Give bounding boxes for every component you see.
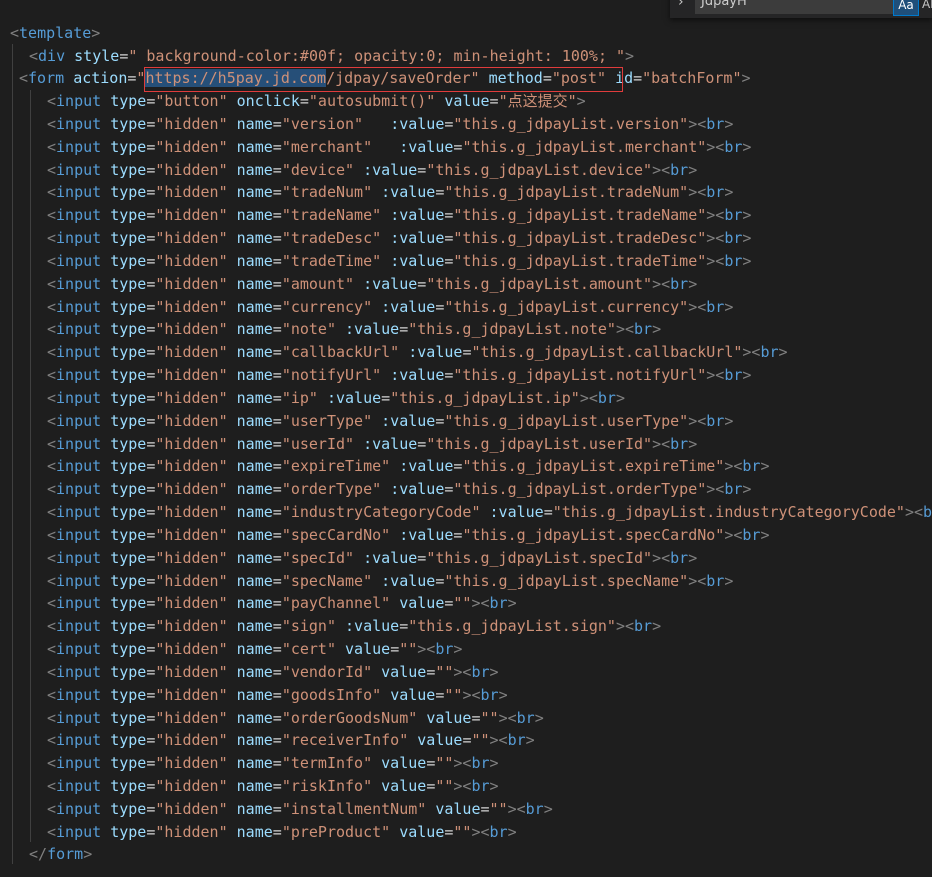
match-case-button[interactable]: Aa xyxy=(893,0,919,16)
code-line-hidden-input: <input type="hidden" name="tradeTime" :v… xyxy=(47,252,752,270)
code-line-hidden-input: <input type="hidden" name="userType" :va… xyxy=(47,412,734,430)
indent-guide xyxy=(12,44,13,864)
code-line-hidden-input: <input type="hidden" name="tradeDesc" :v… xyxy=(47,229,752,247)
code-line-hidden-input: <input type="hidden" name="merchant" :va… xyxy=(47,138,752,156)
code-line-hidden-input: <input type="hidden" name="userId" :valu… xyxy=(47,435,698,453)
code-line-hidden-input: <input type="hidden" name="specName" :va… xyxy=(47,572,734,590)
code-line-hidden-input: <input type="hidden" name="industryCateg… xyxy=(47,503,932,521)
code-editor[interactable]: <template> <div style=" background-color… xyxy=(0,0,932,877)
code-line-hidden-input: <input type="hidden" name="tradeName" :v… xyxy=(47,206,752,224)
find-input[interactable]: JdpayH xyxy=(695,0,895,14)
code-line-hidden-input: <input type="hidden" name="specCardNo" :… xyxy=(47,526,770,544)
code-line-hidden-input: <input type="hidden" name="goodsInfo" va… xyxy=(47,686,508,704)
match-whole-word-button[interactable]: Ab xyxy=(922,0,932,16)
code-line-hidden-input: <input type="hidden" name="installmentNu… xyxy=(47,800,553,818)
code-line-hidden-input: <input type="hidden" name="currency" :va… xyxy=(47,298,734,316)
code-line-hidden-input: <input type="hidden" name="notifyUrl" :v… xyxy=(47,366,752,384)
code-line-hidden-input: <input type="hidden" name="orderType" :v… xyxy=(47,480,752,498)
code-line-form-close: </form> xyxy=(29,845,93,863)
code-line-hidden-input: <input type="hidden" name="termInfo" val… xyxy=(47,754,499,772)
code-line-template-open: <template> xyxy=(10,24,101,42)
indent-guide xyxy=(30,90,31,842)
code-line-hidden-input: <input type="hidden" name="specId" :valu… xyxy=(47,549,698,567)
code-line-hidden-input: <input type="hidden" name="preProduct" v… xyxy=(47,823,517,841)
code-line-hidden-input: <input type="hidden" name="vendorId" val… xyxy=(47,663,499,681)
code-line-hidden-input: <input type="hidden" name="tradeNum" :va… xyxy=(47,183,734,201)
code-line-div: <div style=" background-color:#00f; opac… xyxy=(29,47,635,65)
chevron-right-icon[interactable]: › xyxy=(678,0,684,10)
code-line-hidden-input: <input type="hidden" name="device" :valu… xyxy=(47,161,698,179)
code-line-hidden-input: <input type="hidden" name="sign" :value=… xyxy=(47,617,662,635)
code-line-hidden-input: <input type="hidden" name="payChannel" v… xyxy=(47,594,517,612)
code-line-hidden-input: <input type="hidden" name="cert" value="… xyxy=(47,640,463,658)
code-line-hidden-input: <input type="hidden" name="orderGoodsNum… xyxy=(47,709,544,727)
code-line-button-input: <input type="button" onclick="autosubmit… xyxy=(47,92,586,110)
code-line-hidden-input: <input type="hidden" name="note" :value=… xyxy=(47,320,662,338)
code-line-hidden-input: <input type="hidden" name="expireTime" :… xyxy=(47,457,770,475)
code-line-hidden-input: <input type="hidden" name="callbackUrl" … xyxy=(47,343,788,361)
code-line-hidden-input: <input type="hidden" name="riskInfo" val… xyxy=(47,777,499,795)
code-line-hidden-input: <input type="hidden" name="ip" :value="t… xyxy=(47,389,625,407)
code-line-hidden-input: <input type="hidden" name="version" :val… xyxy=(47,115,734,133)
code-line-hidden-input: <input type="hidden" name="amount" :valu… xyxy=(47,275,698,293)
code-line-hidden-input: <input type="hidden" name="receiverInfo"… xyxy=(47,731,535,749)
highlight-box xyxy=(144,67,623,92)
